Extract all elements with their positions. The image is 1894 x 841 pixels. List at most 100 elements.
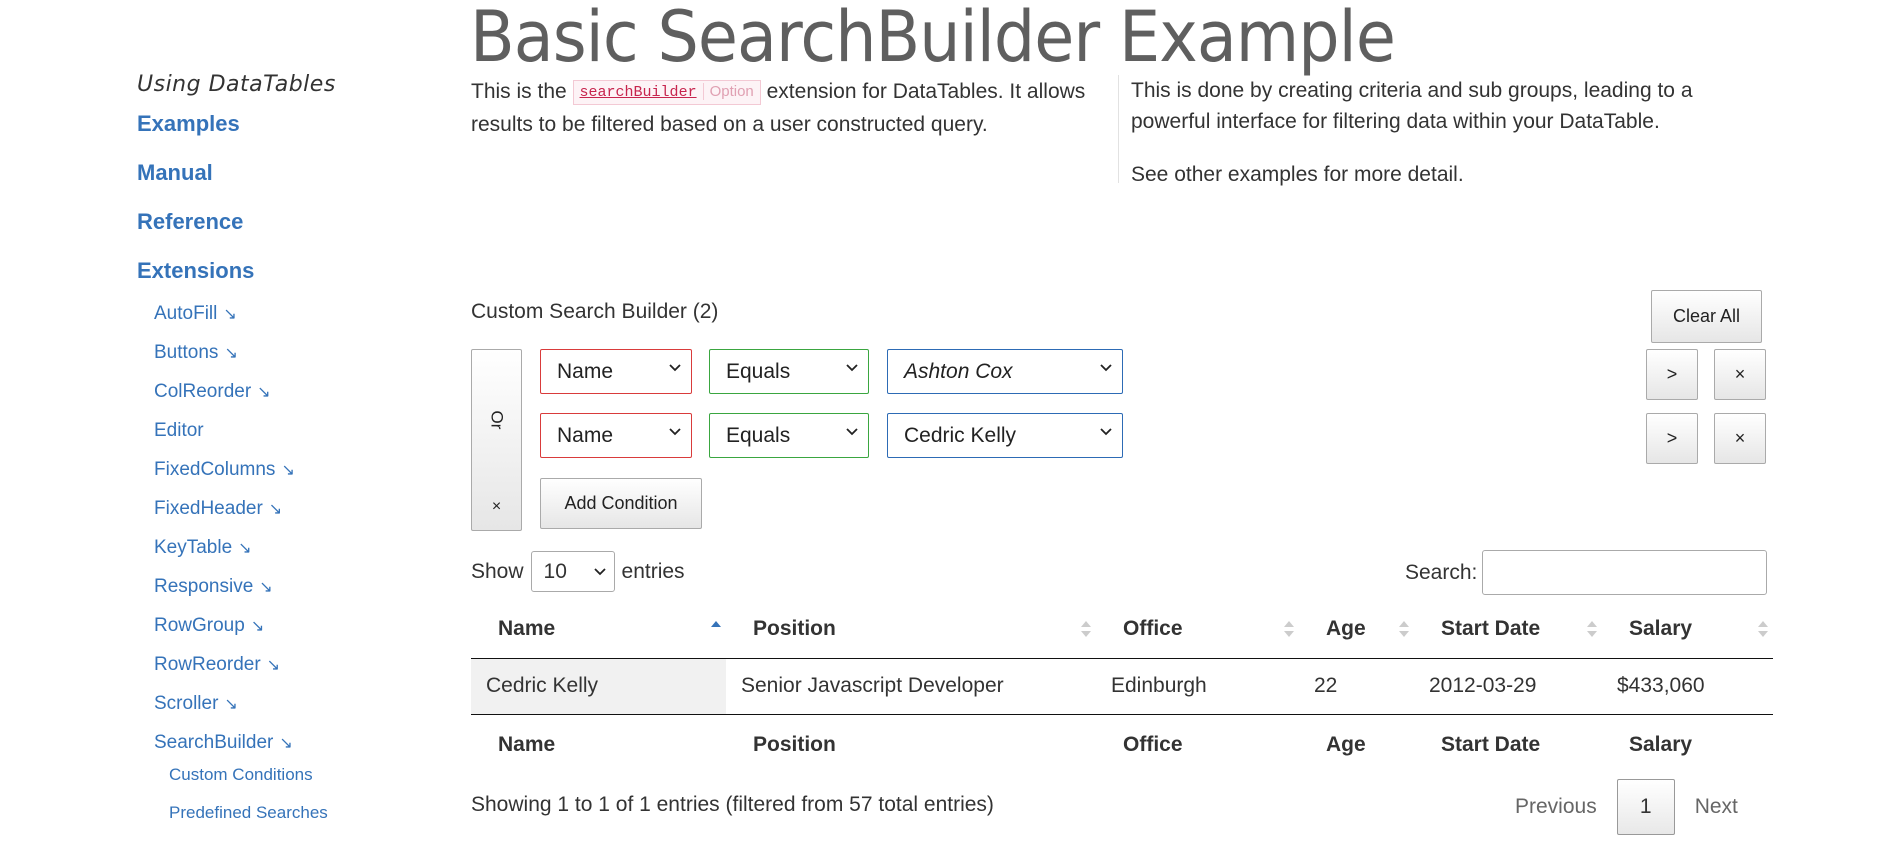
condition-2-remove-button[interactable]: × bbox=[1714, 413, 1766, 464]
condition-1-indent-button[interactable]: > bbox=[1646, 349, 1698, 400]
table-cell-start-date: 2012-03-29 bbox=[1429, 674, 1537, 697]
sidebar-item-label: SearchBuilder bbox=[154, 732, 274, 753]
select-value: Name bbox=[557, 359, 614, 383]
sort-both-icon bbox=[1399, 621, 1409, 637]
intro-right: This is done by creating criteria and su… bbox=[1118, 75, 1718, 186]
sidebar-item-label: FixedHeader bbox=[154, 498, 263, 519]
column-header-label: Start Date bbox=[1441, 616, 1541, 640]
search-input[interactable] bbox=[1482, 550, 1768, 595]
sidebar-item-colreorder[interactable]: ColReorder ↘ bbox=[154, 381, 437, 420]
sidebar-link-examples[interactable]: Examples bbox=[137, 111, 437, 137]
sidebar-item-label: KeyTable bbox=[154, 537, 233, 558]
previous-page-button[interactable]: Previous bbox=[1495, 795, 1617, 819]
code-tag[interactable]: searchBuilder Option bbox=[572, 80, 761, 105]
clear-all-button[interactable]: Clear All bbox=[1651, 290, 1762, 343]
search-label: Search: bbox=[1405, 560, 1478, 584]
logic-label: Or bbox=[487, 410, 507, 430]
sidebar-item-label: RowReorder bbox=[154, 654, 261, 675]
table-row[interactable]: Cedric Kelly Senior Javascript Developer… bbox=[471, 658, 1773, 714]
sort-both-icon bbox=[1081, 621, 1091, 637]
external-arrow-icon: ↘ bbox=[224, 696, 238, 713]
sort-both-icon bbox=[1758, 621, 1768, 637]
external-arrow-icon: ↘ bbox=[266, 657, 281, 674]
table-cell-name: Cedric Kelly bbox=[471, 658, 726, 714]
chevron-down-icon bbox=[1100, 428, 1112, 436]
column-header-office[interactable]: Office bbox=[1096, 600, 1299, 659]
sidebar-item-scroller[interactable]: Scroller ↘ bbox=[154, 693, 437, 732]
condition-2-value-select[interactable]: Cedric Kelly bbox=[887, 413, 1123, 458]
sidebar-link-reference[interactable]: Reference bbox=[137, 209, 437, 235]
select-value: Equals bbox=[726, 359, 791, 383]
remove-group-icon[interactable]: × bbox=[492, 498, 501, 516]
length-control: Show 10 entries bbox=[471, 551, 685, 592]
condition-1-operator-select[interactable]: Equals bbox=[709, 349, 869, 394]
sidebar-item-label: AutoFill bbox=[154, 303, 218, 324]
sidebar-item-predefined-searches[interactable]: Predefined Searches bbox=[169, 803, 437, 841]
column-header-label: Position bbox=[753, 616, 836, 640]
add-condition-button[interactable]: Add Condition bbox=[540, 478, 702, 529]
condition-1-column-select[interactable]: Name bbox=[540, 349, 692, 394]
search-control: Search: bbox=[1405, 550, 1768, 595]
sidebar-item-fixedcolumns[interactable]: FixedColumns ↘ bbox=[154, 459, 437, 498]
column-footer-position: Position bbox=[726, 713, 1096, 776]
sidebar-item-label: Scroller bbox=[154, 693, 219, 714]
length-select[interactable]: 10 bbox=[530, 551, 615, 592]
table-cell-office: Edinburgh bbox=[1111, 674, 1207, 697]
external-arrow-icon: ↘ bbox=[281, 462, 295, 479]
table-header-row: Name Position Office Age Start Date Sala… bbox=[471, 600, 1773, 659]
sidebar-item-label: RowGroup bbox=[154, 615, 245, 636]
sidebar-item-label: Buttons bbox=[154, 342, 219, 363]
table-cell-salary: $433,060 bbox=[1617, 674, 1705, 697]
page-title: Basic SearchBuilder Example bbox=[470, 0, 1396, 78]
sidebar-item-buttons[interactable]: Buttons ↘ bbox=[154, 342, 437, 381]
sidebar-item-label: Editor bbox=[154, 420, 204, 441]
sidebar-item-custom-conditions[interactable]: Custom Conditions bbox=[169, 765, 437, 803]
column-footer-name: Name bbox=[471, 713, 726, 776]
searchbuilder-sublist: Custom Conditions Predefined Searches bbox=[137, 765, 437, 841]
chevron-down-icon bbox=[846, 364, 858, 372]
chevron-down-icon bbox=[669, 364, 681, 372]
column-header-start-date[interactable]: Start Date bbox=[1414, 600, 1602, 659]
sidebar-item-fixedheader[interactable]: FixedHeader ↘ bbox=[154, 498, 437, 537]
column-footer-salary: Salary bbox=[1602, 713, 1773, 776]
external-arrow-icon: ↘ bbox=[268, 501, 283, 518]
sidebar-item-responsive[interactable]: Responsive ↘ bbox=[154, 576, 437, 615]
condition-2-operator-select[interactable]: Equals bbox=[709, 413, 869, 458]
sidebar-item-label: Responsive bbox=[154, 576, 254, 597]
external-arrow-icon: ↘ bbox=[238, 540, 252, 557]
sidebar-heading: Using DataTables bbox=[137, 72, 336, 97]
select-value: Name bbox=[557, 423, 614, 447]
sidebar-item-label: ColReorder bbox=[154, 381, 252, 402]
sidebar-item-rowgroup[interactable]: RowGroup ↘ bbox=[154, 615, 437, 654]
column-header-label: Name bbox=[498, 616, 556, 640]
sidebar-item-rowreorder[interactable]: RowReorder ↘ bbox=[154, 654, 437, 693]
external-arrow-icon: ↘ bbox=[224, 345, 238, 362]
column-header-salary[interactable]: Salary bbox=[1602, 600, 1773, 659]
condition-2-indent-button[interactable]: > bbox=[1646, 413, 1698, 464]
data-table: Name Position Office Age Start Date Sala… bbox=[471, 600, 1773, 776]
sidebar-item-keytable[interactable]: KeyTable ↘ bbox=[154, 537, 437, 576]
search-builder-title: Custom Search Builder (2) bbox=[471, 300, 719, 323]
select-value: Equals bbox=[726, 423, 791, 447]
condition-1-value-select[interactable]: Ashton Cox bbox=[887, 349, 1123, 394]
external-arrow-icon: ↘ bbox=[250, 618, 265, 635]
sidebar-link-manual[interactable]: Manual bbox=[137, 160, 437, 186]
intro-text-before: This is the bbox=[471, 80, 567, 103]
page-1-button[interactable]: 1 bbox=[1616, 779, 1675, 835]
column-header-position[interactable]: Position bbox=[726, 600, 1096, 659]
sidebar-link-extensions[interactable]: Extensions bbox=[137, 258, 437, 284]
next-page-button[interactable]: Next bbox=[1675, 795, 1758, 819]
condition-1-remove-button[interactable]: × bbox=[1714, 349, 1766, 400]
logic-toggle-button[interactable]: Or × bbox=[471, 349, 522, 531]
sort-ascending-icon bbox=[711, 621, 721, 627]
show-label: Show bbox=[471, 559, 524, 583]
column-header-name[interactable]: Name bbox=[471, 600, 726, 659]
condition-2-column-select[interactable]: Name bbox=[540, 413, 692, 458]
sidebar-item-editor[interactable]: Editor bbox=[154, 420, 437, 459]
column-header-age[interactable]: Age bbox=[1299, 600, 1414, 659]
sidebar-item-autofill[interactable]: AutoFill ↘ bbox=[154, 303, 437, 342]
sidebar-nav: Using DataTables Examples Manual Referen… bbox=[137, 72, 437, 841]
external-arrow-icon: ↘ bbox=[259, 579, 273, 596]
chevron-down-icon bbox=[669, 428, 681, 436]
select-value: Cedric Kelly bbox=[904, 423, 1017, 447]
